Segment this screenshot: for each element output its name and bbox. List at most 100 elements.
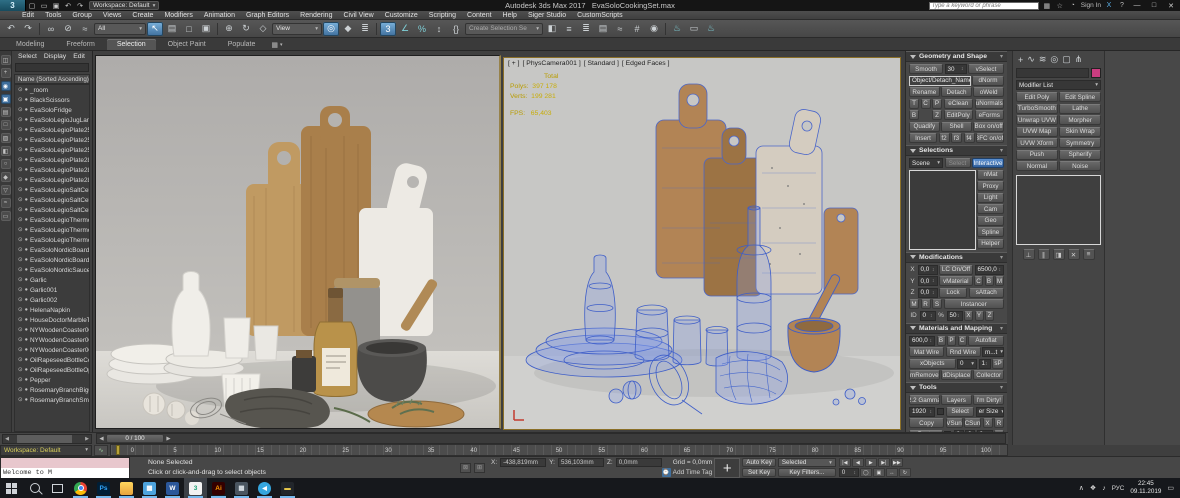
mat-count-spinner[interactable]: 1 (979, 359, 991, 369)
visibility-eye-icon[interactable]: ⊙ (18, 137, 23, 143)
visibility-eye-icon[interactable]: ⊙ (18, 327, 23, 333)
viewport-menu-edged[interactable]: [ Edged Faces ] (622, 60, 670, 67)
next-frame-arrow[interactable]: ▶ (164, 436, 173, 442)
next-frame-icon[interactable]: ▶| (878, 458, 890, 467)
selection-type-button[interactable]: Geo (977, 216, 1004, 226)
render-dot-icon[interactable]: ● (25, 387, 28, 393)
tab-object-paint[interactable]: Object Paint (158, 39, 216, 50)
tray-expand-icon[interactable]: ∧ (1079, 484, 1084, 492)
axis-y-button[interactable]: Y (975, 311, 984, 321)
redo-icon[interactable]: ↷ (74, 1, 86, 10)
render-dot-icon[interactable]: ● (25, 187, 28, 193)
dock-icon-11[interactable]: ▽ (1, 185, 11, 195)
listener-script-line[interactable]: Welcome to M (1, 468, 129, 478)
render-dot-icon[interactable]: ● (25, 177, 28, 183)
visibility-eye-icon[interactable]: ⊙ (18, 367, 23, 373)
rollout-selections-header[interactable]: Selections▾ (906, 145, 1007, 156)
visibility-eye-icon[interactable]: ⊙ (18, 257, 23, 263)
taskbar-app-3dsmax[interactable]: 3 (184, 478, 207, 498)
angle-snap-icon[interactable]: ∠ (397, 22, 413, 36)
show-end-result-icon[interactable]: ∥ (1038, 249, 1050, 260)
p-button[interactable]: P (932, 99, 942, 109)
menu-item[interactable]: Help (503, 12, 517, 19)
explorer-list-item[interactable]: ⊙ ● RosemaryBranchBig002 (15, 385, 89, 395)
explorer-list-item[interactable]: ⊙ ● _room (15, 85, 89, 95)
lc-value-spinner[interactable]: 6500,0 (975, 265, 1005, 275)
axis-x-button[interactable]: X (964, 311, 973, 321)
viewport-menu-pov[interactable]: [ PhysCamera001 ] (523, 60, 581, 67)
visibility-eye-icon[interactable]: ⊙ (18, 377, 23, 383)
current-frame-field[interactable]: 0 (839, 468, 859, 477)
configure-stack-icon[interactable]: ≡ (1083, 249, 1095, 260)
track-bar-marker[interactable] (116, 445, 120, 455)
visibility-eye-icon[interactable]: ⊙ (18, 127, 23, 133)
language-indicator[interactable]: РУС (1112, 485, 1125, 492)
maximize-button[interactable]: □ (1147, 2, 1161, 9)
mat-b-button[interactable]: B (937, 336, 946, 346)
box-onoff-button[interactable]: Box on/off (973, 122, 1004, 132)
set-key-button[interactable]: Set Key (742, 468, 776, 477)
layer-manager-icon[interactable]: ≣ (578, 22, 594, 36)
notification-center-icon[interactable]: ▭ (1167, 484, 1174, 492)
orbit-icon[interactable]: ↻ (899, 468, 911, 477)
select-checkbox[interactable] (937, 408, 944, 415)
zoom-extents-icon[interactable]: ▣ (873, 468, 885, 477)
unormals-button[interactable]: uNormals (975, 99, 1005, 109)
f2-button[interactable]: f2 (939, 133, 950, 143)
render-dot-icon[interactable]: ● (25, 107, 28, 113)
render-dot-icon[interactable]: ● (25, 137, 28, 143)
selection-lock-icon[interactable]: ⊠ (460, 463, 471, 473)
dock-icon-4[interactable]: ▣ (1, 94, 11, 104)
prev-frame-arrow[interactable]: ◀ (97, 436, 106, 442)
unlink-icon[interactable]: ⊘ (60, 22, 76, 36)
selection-type-button[interactable]: Proxy (977, 181, 1004, 191)
explorer-list-item[interactable]: ⊙ ● RosemaryBranchSmall0 (15, 395, 89, 405)
menu-item[interactable]: Group (72, 12, 91, 19)
object-color-swatch[interactable] (1091, 68, 1101, 78)
explorer-list-item[interactable]: ⊙ ● EvaSoloLegioJugLarge (15, 115, 89, 125)
explorer-list-item[interactable]: ⊙ ● EvaSoloLegioPlate25Des (15, 125, 89, 135)
interactive-button[interactable]: Interactive (972, 158, 1004, 168)
user-icon[interactable]: ◔ (1068, 2, 1078, 9)
new-file-icon[interactable]: ▢ (26, 1, 38, 10)
render-dot-icon[interactable]: ● (25, 237, 28, 243)
vselect-button[interactable]: vSelect (968, 64, 1004, 74)
mod-c-button[interactable]: C (974, 276, 983, 286)
tools-x-button[interactable]: X (983, 418, 993, 428)
mat-p-button[interactable]: P (947, 336, 956, 346)
redo-scene-icon[interactable]: ↷ (20, 22, 36, 36)
vsun-button[interactable]: VSun (946, 418, 963, 428)
visibility-eye-icon[interactable]: ⊙ (18, 197, 23, 203)
layers-button[interactable]: Layers (941, 395, 972, 405)
auto-key-button[interactable]: Auto Key (742, 458, 776, 467)
viewport-label[interactable]: [ + ] [ PhysCamera001 ] [ Standard ] [ E… (508, 60, 669, 67)
render-dot-icon[interactable]: ● (25, 97, 28, 103)
modifier-button[interactable]: TurboSmooth (1016, 104, 1058, 114)
eforms-button[interactable]: eForms (975, 110, 1005, 120)
a360-icon[interactable]: X (1104, 2, 1114, 9)
render-production-icon[interactable]: ♨ (703, 22, 719, 36)
key-filters-button[interactable]: Key Filters... (778, 468, 836, 477)
instancer-button[interactable]: Instancer (944, 299, 1005, 309)
menu-item[interactable]: Content (467, 12, 492, 19)
render-width-spinner[interactable]: 1920 (909, 407, 935, 417)
object-name-field[interactable] (1016, 68, 1089, 78)
percent-snap-icon[interactable]: % (414, 22, 430, 36)
select-link-icon[interactable]: ∞ (43, 22, 59, 36)
explorer-list-item[interactable]: ⊙ ● EvaSoloLegioPlate28Din (15, 155, 89, 165)
explorer-menu-display[interactable]: Display (44, 53, 66, 60)
explorer-search-input[interactable] (15, 63, 89, 72)
visibility-eye-icon[interactable]: ⊙ (18, 117, 23, 123)
menu-item[interactable]: Modifiers (164, 12, 192, 19)
selection-preview-box[interactable] (909, 170, 976, 250)
rnd-wire-button[interactable]: Rnd Wire (946, 347, 981, 357)
ddisplace-button[interactable]: dDisplace (941, 370, 972, 380)
explorer-list-item[interactable]: ⊙ ● EvaSoloFridge (15, 105, 89, 115)
start-button[interactable] (0, 478, 23, 498)
dock-icon-10[interactable]: ◆ (1, 172, 11, 182)
add-time-tag[interactable]: ⌚Add Time Tag (662, 468, 713, 477)
make-unique-icon[interactable]: ◨ (1053, 249, 1065, 260)
render-viewport[interactable] (95, 55, 501, 429)
explorer-list-item[interactable]: ⊙ ● EvaSoloLegioThermoCup (15, 215, 89, 225)
curve-editor-icon[interactable]: ≈ (612, 22, 628, 36)
